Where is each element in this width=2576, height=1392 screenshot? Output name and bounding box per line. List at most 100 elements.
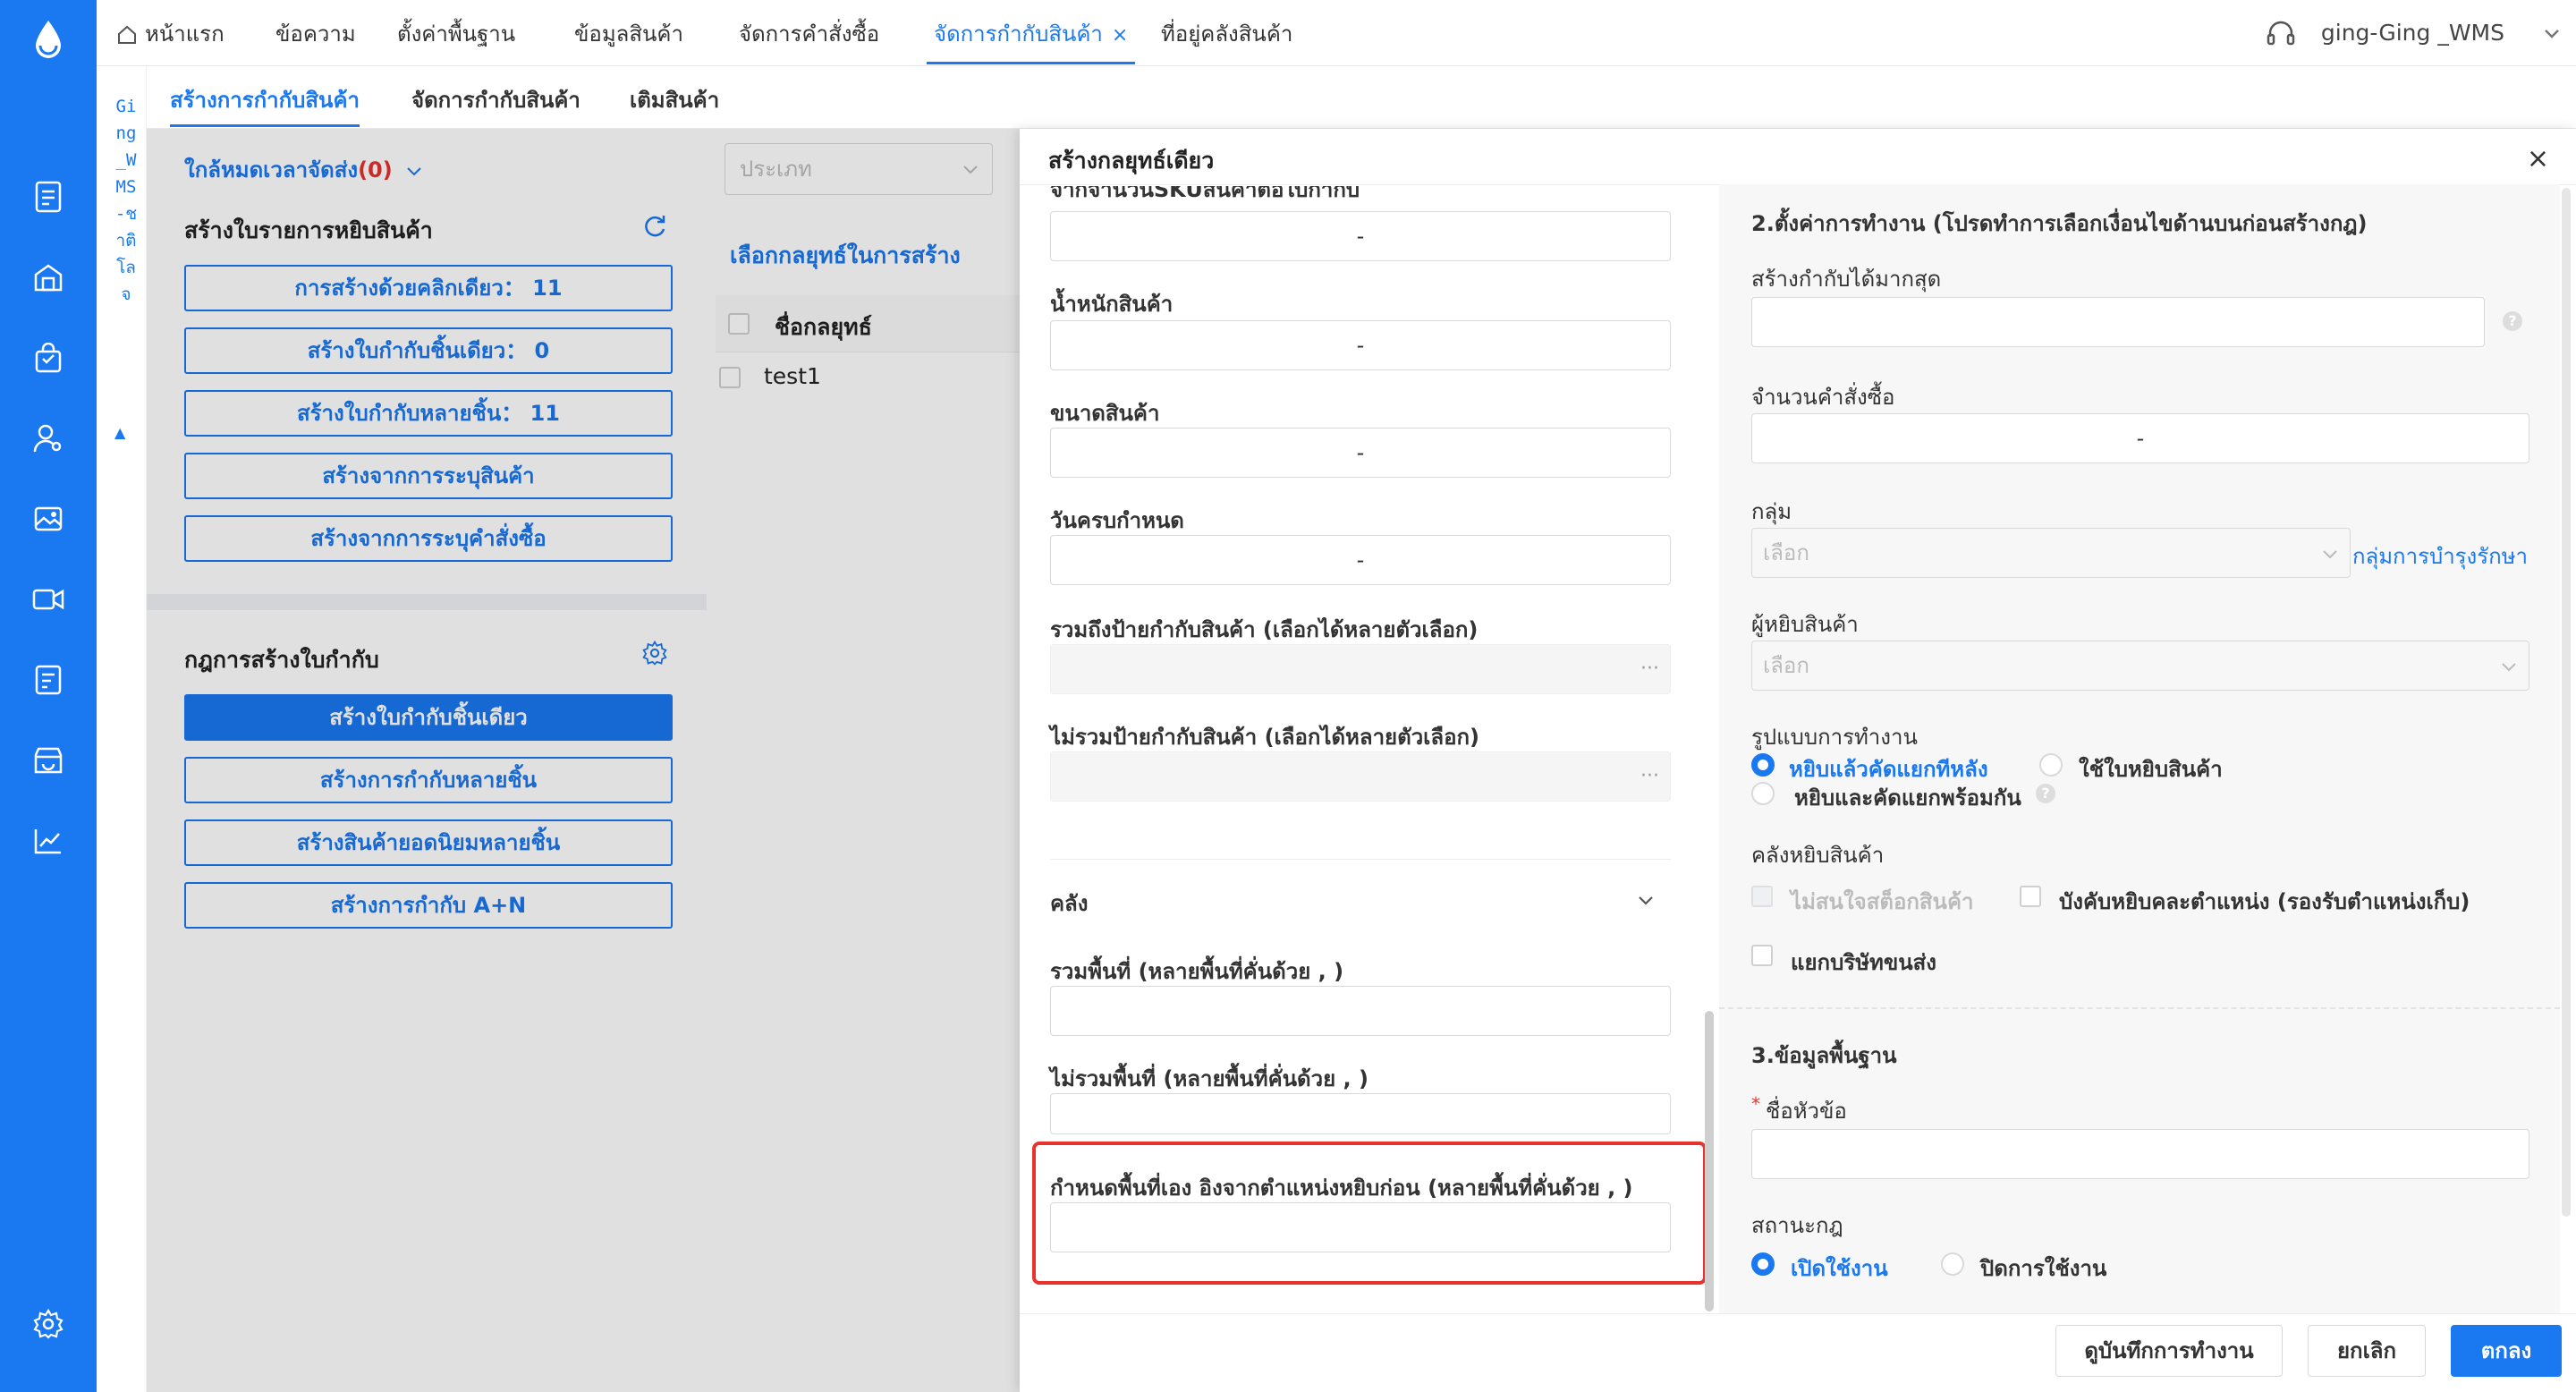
status-radio-on[interactable] (1751, 1252, 1775, 1276)
field-label-size: ขนาดสินค้า (1050, 401, 1160, 426)
nav-product-info[interactable]: ข้อมูลสินค้า (574, 0, 683, 64)
nav-messages[interactable]: ข้อความ (275, 0, 356, 64)
section-divider (1719, 1007, 2560, 1009)
field-label-work-mode: รูปแบบการทำงาน (1751, 725, 1918, 750)
field-label-picker: ผู้หยิบสินค้า (1751, 612, 1859, 637)
field-label-rule-status: สถานะกฎ (1751, 1213, 1843, 1238)
right-column-scrollbar[interactable] (2562, 188, 2571, 1217)
subtab-replenish[interactable]: เติมสินค้า (630, 66, 719, 127)
force-mixed-location-checkbox[interactable] (2020, 886, 2041, 907)
app-logo-icon[interactable] (29, 18, 68, 63)
user-settings-icon[interactable] (30, 420, 66, 456)
weight-input[interactable]: - (1050, 320, 1671, 370)
custom-area-input[interactable] (1050, 1202, 1671, 1252)
help-icon[interactable]: ? (2503, 311, 2522, 331)
split-carrier-label[interactable]: แยกบริษัทขนส่ง (1791, 945, 1936, 980)
status-label-off[interactable]: ปิดการใช้งาน (1980, 1251, 2106, 1286)
chevron-down-icon (2321, 545, 2339, 563)
section2-title: 2.ตั้งค่าการทำงาน (โปรดทำการเลือกเงื่อนไ… (1751, 211, 2368, 236)
user-dropdown-icon[interactable] (2542, 23, 2562, 43)
field-label-custom-area: กำหนดพื้นที่เอง อิงจากตำแหน่งหยิบก่อน (ห… (1050, 1176, 1633, 1201)
chart-icon[interactable] (30, 823, 66, 859)
title-input[interactable] (1751, 1129, 2529, 1179)
chevron-down-icon (2500, 658, 2518, 675)
icon-rail (0, 0, 97, 1392)
include-area-input[interactable] (1050, 986, 1671, 1036)
picker-select[interactable]: เลือก (1751, 641, 2529, 691)
sku-per-manifest-input[interactable]: - (1050, 211, 1671, 261)
field-label-weight: น้ำหนักสินค้า (1050, 292, 1174, 317)
nav-basic-settings[interactable]: ตั้งค่าพื้นฐาน (397, 0, 515, 64)
close-icon[interactable]: × (2527, 143, 2549, 174)
size-input[interactable]: - (1050, 428, 1671, 478)
top-nav: หน้าแรก ข้อความ ตั้งค่าพื้นฐาน ข้อมูลสิน… (97, 0, 2576, 66)
nav-home[interactable]: หน้าแรก (116, 0, 225, 64)
modal-mask[interactable] (147, 129, 1020, 1392)
work-mode-radio-pick-sheet[interactable] (2039, 753, 2063, 777)
clipped-label-area: จากจำนวนSKUสินค้าต่อใบกำกับ (1020, 186, 1719, 202)
status-radio-off[interactable] (1941, 1252, 1964, 1276)
required-mark: * (1751, 1093, 1760, 1115)
field-label-order-count: จำนวนคำสั่งซื้อ (1751, 385, 1895, 410)
work-mode-label-pick-sheet[interactable]: ใช้ใบหยิบสินค้า (2079, 751, 2223, 786)
subtab-create-manifest[interactable]: สร้างการกำกับสินค้า (170, 66, 360, 127)
ignore-stock-label[interactable]: ไม่สนใจสต็อกสินค้า (1791, 884, 1974, 919)
work-mode-radio-sort-later[interactable] (1751, 753, 1775, 777)
field-label-include-area: รวมพื้นที่ (หลายพื้นที่คั่นด้วย , ) (1050, 959, 1344, 984)
warehouse-icon[interactable] (30, 259, 66, 295)
ignore-stock-checkbox[interactable] (1751, 886, 1773, 907)
more-options-icon: ··· (1640, 658, 1659, 680)
nav-warehouse-address[interactable]: ที่อยู่คลังสินค้า (1161, 0, 1292, 64)
field-label-exclude-tags: ไม่รวมป้ายกำกับสินค้า (เลือกได้หลายตัวเล… (1050, 725, 1479, 750)
gallery-icon[interactable] (30, 501, 66, 537)
field-label-title: ชื่อหัวข้อ (1766, 1099, 1847, 1124)
subtab-manage-manifest[interactable]: จัดการกำกับสินค้า (411, 66, 580, 127)
work-mode-radio-pick-and-sort[interactable] (1751, 782, 1775, 805)
exclude-tags-select[interactable]: ··· (1050, 751, 1671, 802)
status-label-on[interactable]: เปิดใช้งาน (1791, 1251, 1888, 1286)
bag-icon[interactable] (30, 340, 66, 376)
settings-column: 2.ตั้งค่าการทำงาน (โปรดทำการเลือกเงื่อนไ… (1719, 184, 2560, 1320)
view-work-log-button[interactable]: ดูบันทึกการทำงาน (2055, 1325, 2283, 1377)
drawer-title: สร้างกลยุทธ์เดียว (1048, 148, 1215, 174)
more-options-icon: ··· (1640, 765, 1659, 787)
collapse-arrow-icon[interactable]: ▲ (114, 424, 125, 441)
split-carrier-checkbox[interactable] (1751, 945, 1773, 966)
force-mixed-location-label[interactable]: บังคับหยิบคละตำแหน่ง (รองรับตำแหน่งเก็บ) (2059, 884, 2470, 919)
document-icon[interactable] (30, 179, 66, 215)
chevron-down-icon[interactable] (1635, 889, 1657, 911)
field-label-due-date: วันครบกำหนด (1050, 508, 1184, 533)
max-create-input[interactable] (1751, 297, 2485, 347)
warehouse-section-title[interactable]: คลัง (1050, 886, 1088, 921)
username: ging-Ging _WMS (2320, 20, 2504, 46)
include-tags-select[interactable]: ··· (1050, 644, 1671, 694)
edit-list-icon[interactable] (30, 662, 66, 698)
field-label-group: กลุ่ม (1751, 499, 1792, 524)
nav-tab-product-manifest[interactable]: จัดการกำกับสินค้า × (927, 0, 1136, 64)
brand-vertical-text: Ging_WMS-ชาติโลจ (114, 97, 138, 304)
due-date-input[interactable]: - (1050, 535, 1671, 585)
tab-close-icon[interactable]: × (1112, 24, 1128, 47)
group-select[interactable]: เลือก (1751, 528, 2351, 578)
left-column-scrollbar[interactable] (1705, 1011, 1714, 1311)
field-label-pick-warehouse: คลังหยิบสินค้า (1751, 843, 1885, 868)
maintenance-group-link[interactable]: กลุ่มการบำรุงรักษา (2352, 539, 2528, 573)
cancel-button[interactable]: ยกเลิก (2308, 1325, 2426, 1377)
home-icon (116, 24, 138, 46)
ok-button[interactable]: ตกลง (2451, 1325, 2562, 1377)
drawer-footer: ดูบันทึกการทำงาน ยกเลิก ตกลง (1020, 1313, 2576, 1392)
field-label-exclude-area: ไม่รวมพื้นที่ (หลายพื้นที่คั่นด้วย , ) (1050, 1066, 1368, 1091)
section3-title: 3.ข้อมูลพื้นฐาน (1751, 1043, 1897, 1068)
help-icon[interactable]: ? (2036, 784, 2055, 803)
work-mode-label-pick-and-sort[interactable]: หยิบและคัดแยกพร้อมกัน (1794, 780, 2021, 815)
settings-gear-icon[interactable] (30, 1306, 66, 1342)
field-label-include-tags: รวมถึงป้ายกำกับสินค้า (เลือกได้หลายตัวเล… (1050, 617, 1479, 642)
store-icon[interactable] (30, 743, 66, 778)
section-divider (1050, 859, 1671, 860)
video-icon[interactable] (30, 581, 66, 617)
headset-icon[interactable] (2266, 19, 2296, 49)
user-menu[interactable]: ging-Ging _WMS (2266, 0, 2504, 64)
nav-order-management[interactable]: จัดการคำสั่งซื้อ (739, 0, 879, 64)
exclude-area-input[interactable] (1050, 1093, 1671, 1134)
order-count-input[interactable]: - (1751, 413, 2529, 463)
